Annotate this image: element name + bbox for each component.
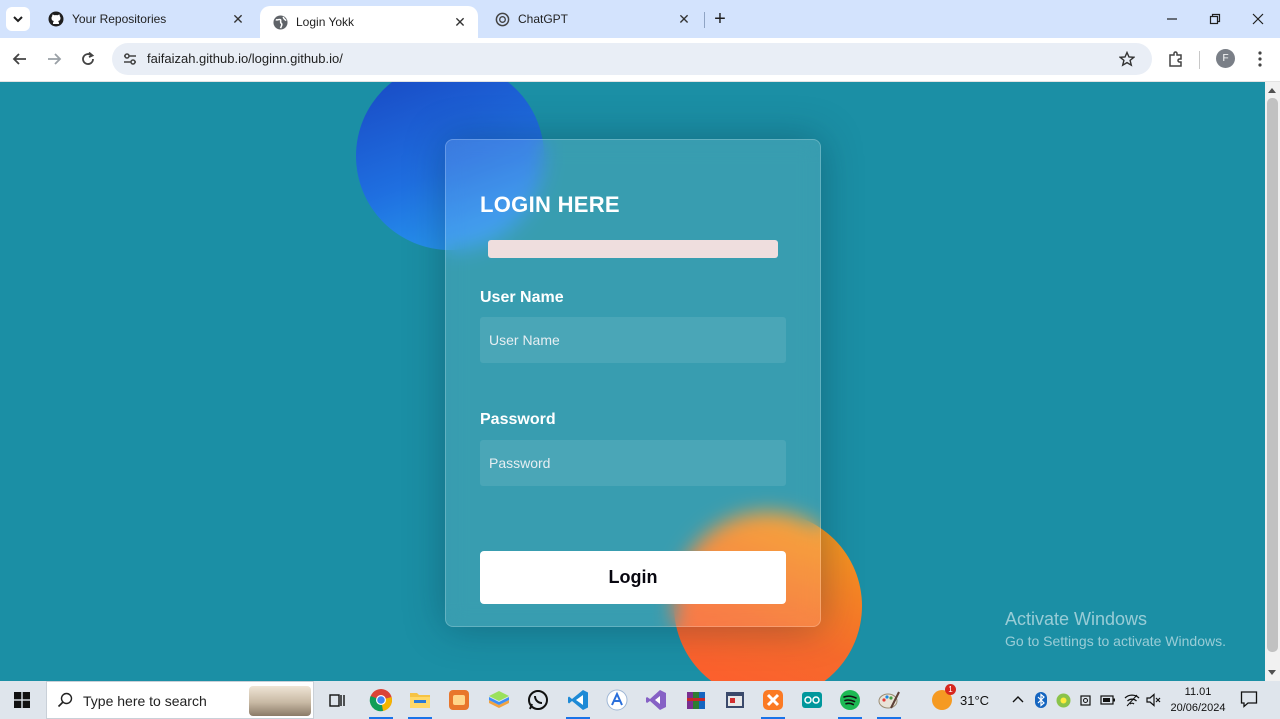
search-icon	[57, 692, 73, 708]
tab-your-repositories[interactable]: Your Repositories ✕	[36, 0, 256, 38]
chevron-up-icon	[1012, 696, 1024, 703]
windows-taskbar: Type here to search 1 31°C 11.01 20/06/2…	[0, 681, 1280, 719]
scroll-down-arrow-icon[interactable]	[1268, 670, 1276, 675]
search-highlight-image	[249, 686, 311, 716]
start-button[interactable]	[0, 681, 44, 719]
spotify-icon[interactable]	[836, 686, 864, 719]
tab-strip: Your Repositories ✕ Login Yokk ✕ ChatGPT…	[0, 0, 1280, 38]
vertical-scrollbar[interactable]	[1265, 82, 1280, 681]
scrollbar-thumb[interactable]	[1267, 98, 1278, 652]
github-icon	[48, 11, 64, 27]
address-bar[interactable]: faifaizah.github.io/loginn.github.io/	[112, 43, 1152, 75]
reload-button[interactable]	[75, 46, 101, 72]
app-window-icon[interactable]	[721, 686, 749, 714]
forward-button[interactable]	[41, 46, 67, 72]
arduino-icon[interactable]	[798, 686, 826, 714]
minimize-button[interactable]	[1150, 0, 1194, 38]
restore-icon	[1209, 13, 1221, 25]
close-window-button[interactable]	[1236, 0, 1280, 38]
tab-chatgpt[interactable]: ChatGPT ✕	[482, 0, 702, 38]
clock-date: 20/06/2024	[1170, 702, 1226, 714]
file-explorer-icon[interactable]	[406, 686, 434, 719]
show-hidden-icons-button[interactable]	[1011, 681, 1025, 719]
toolbar-separator	[1199, 51, 1200, 69]
puzzle-icon	[1169, 51, 1182, 67]
taskbar-search-box[interactable]: Type here to search	[46, 681, 314, 719]
profile-avatar[interactable]: F	[1216, 49, 1235, 68]
task-view-icon[interactable]	[323, 686, 351, 714]
tray-app-icon[interactable]	[1056, 681, 1071, 719]
browser-toolbar: faifaizah.github.io/loginn.github.io/ F	[0, 38, 1280, 82]
notification-icon[interactable]	[1240, 690, 1258, 708]
password-label: Password	[480, 411, 556, 428]
menu-button[interactable]	[1247, 46, 1273, 72]
close-icon[interactable]: ✕	[674, 9, 694, 29]
bookmark-star-icon[interactable]	[1116, 48, 1138, 70]
activate-windows-watermark: Activate Windows Go to Settings to activ…	[1005, 609, 1226, 649]
system-clock[interactable]: 11.01 20/06/2024	[1166, 684, 1230, 716]
tab-title: Your Repositories	[72, 12, 167, 26]
arduino-ide-icon[interactable]	[603, 686, 631, 714]
login-card: LOGIN HERE User Name Password Login	[445, 139, 821, 627]
chevron-down-icon	[13, 16, 23, 23]
minimize-icon	[1167, 18, 1177, 20]
new-tab-button[interactable]: +	[709, 8, 731, 30]
tab-title: Login Yokk	[296, 15, 355, 29]
back-button[interactable]	[7, 46, 33, 72]
bluetooth-icon[interactable]	[1035, 681, 1047, 719]
volume-muted-icon[interactable]	[1146, 681, 1162, 719]
weather-badge: 1	[945, 684, 956, 695]
vscode-icon[interactable]	[564, 686, 592, 719]
app-orange-icon[interactable]	[445, 686, 473, 714]
password-input[interactable]	[480, 440, 786, 486]
login-button[interactable]: Login	[480, 551, 786, 604]
tab-separator	[704, 12, 705, 28]
globe-icon	[272, 14, 288, 30]
decorative-bar	[488, 240, 778, 258]
more-vertical-icon	[1258, 51, 1262, 67]
search-placeholder: Type here to search	[83, 693, 207, 709]
tab-login-yokk[interactable]: Login Yokk ✕	[260, 6, 478, 38]
close-icon	[1252, 13, 1264, 25]
winrar-icon[interactable]	[682, 686, 710, 714]
extensions-button[interactable]	[1163, 46, 1189, 72]
weather-widget[interactable]: 1 31°C	[932, 681, 989, 719]
watermark-subtitle: Go to Settings to activate Windows.	[1005, 633, 1226, 649]
arrow-left-icon	[12, 53, 26, 65]
windows-logo-icon	[14, 692, 30, 708]
tab-title: ChatGPT	[518, 12, 569, 26]
watermark-title: Activate Windows	[1005, 609, 1148, 629]
restore-button[interactable]	[1193, 0, 1237, 38]
battery-icon[interactable]	[1100, 681, 1116, 719]
username-label: User Name	[480, 289, 564, 306]
close-icon[interactable]: ✕	[450, 12, 470, 32]
scroll-up-arrow-icon[interactable]	[1268, 88, 1276, 93]
reload-icon	[82, 51, 95, 65]
username-input[interactable]	[480, 317, 786, 363]
sun-icon: 1	[932, 684, 956, 710]
arrow-right-icon	[48, 53, 62, 65]
site-settings-icon[interactable]	[120, 49, 140, 69]
page-content: LOGIN HERE User Name Password Login Acti…	[0, 82, 1265, 681]
paint-icon[interactable]	[875, 686, 903, 719]
weather-temperature: 31°C	[960, 692, 990, 708]
xampp-icon[interactable]	[759, 686, 787, 719]
whatsapp-icon[interactable]	[524, 686, 552, 714]
visual-studio-icon[interactable]	[642, 686, 670, 714]
wifi-icon[interactable]	[1124, 681, 1140, 719]
tab-search-button[interactable]	[6, 7, 30, 31]
url-text[interactable]: faifaizah.github.io/loginn.github.io/	[147, 51, 343, 66]
clock-time: 11.01	[1184, 686, 1212, 698]
chatgpt-icon	[494, 11, 510, 27]
close-icon[interactable]: ✕	[228, 9, 248, 29]
login-title: LOGIN HERE	[480, 192, 620, 217]
meet-now-icon[interactable]	[1079, 681, 1093, 719]
bluestacks-icon[interactable]	[485, 686, 513, 714]
chrome-icon[interactable]	[367, 686, 395, 719]
